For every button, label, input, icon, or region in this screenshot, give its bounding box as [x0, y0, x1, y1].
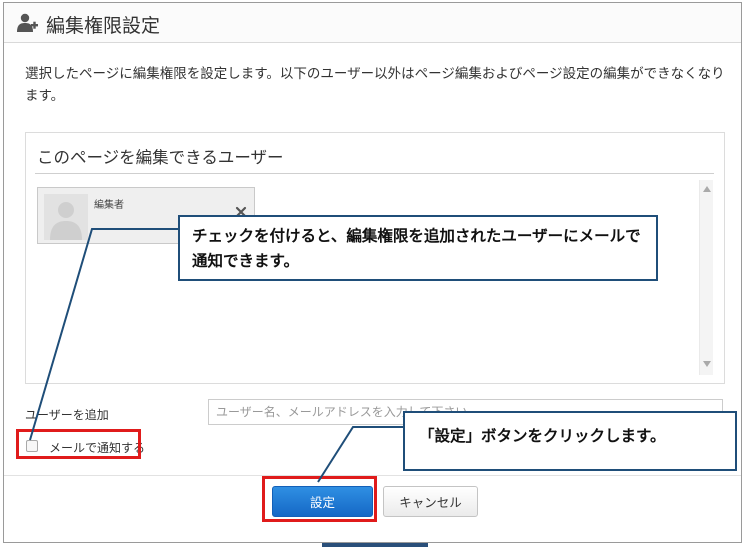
notify-callout: チェックを付けると、編集権限を追加されたユーザーにメールで通知できます。 [178, 215, 658, 281]
add-user-label: ユーザーを追加 [25, 408, 109, 422]
user-name: 編集者 [94, 200, 124, 211]
checkbox-highlight-box [16, 429, 141, 459]
dialog-header: 編集権限設定 [4, 3, 741, 43]
avatar-placeholder-icon [44, 194, 88, 240]
dialog-description: 選択したページに編集権限を設定します。以下のユーザー以外はページ編集およびページ… [25, 66, 725, 104]
user-add-icon [17, 13, 38, 32]
scroll-up-arrow-icon[interactable] [703, 186, 711, 192]
scroll-down-arrow-icon[interactable] [703, 361, 711, 367]
save-button-callout: 「設定」ボタンをクリックします。 [403, 411, 737, 471]
panel-title: このページを編集できるユーザー [37, 148, 284, 167]
bottom-edge-strip [322, 543, 428, 547]
panel-divider [35, 173, 714, 174]
users-scrollbar[interactable] [699, 180, 713, 375]
dialog-title: 編集権限設定 [46, 15, 161, 37]
save-button-highlight-box [262, 476, 377, 522]
cancel-button[interactable]: キャンセル [383, 486, 478, 517]
